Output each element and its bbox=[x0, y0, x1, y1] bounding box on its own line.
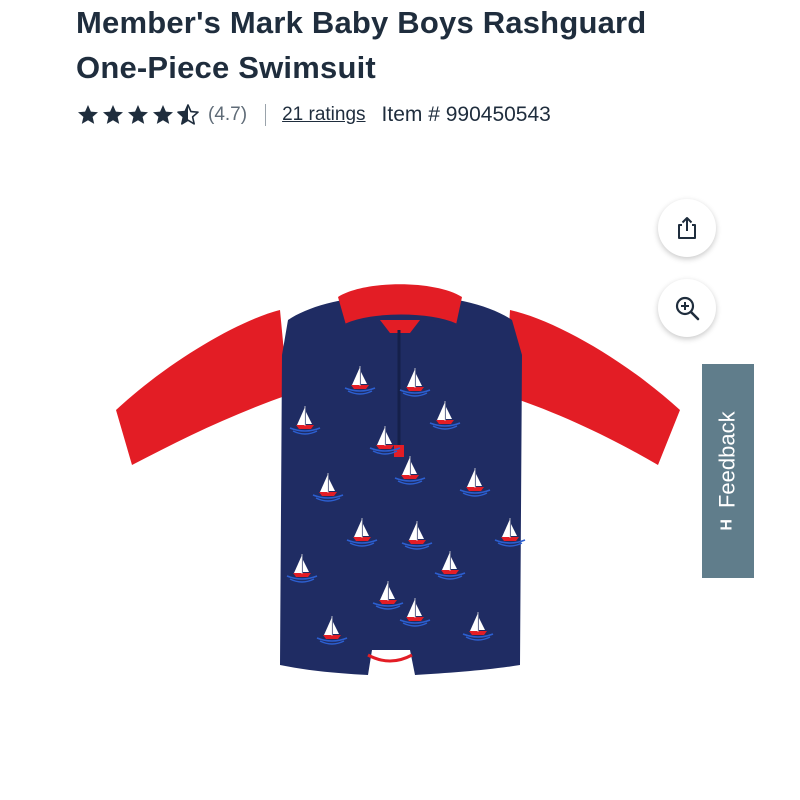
divider bbox=[265, 104, 267, 126]
star-icon bbox=[153, 105, 173, 124]
rating-row: (4.7) 21 ratings Item # 990450543 bbox=[76, 100, 551, 130]
product-title-line-1: Member's Mark Baby Boys Rashguard bbox=[76, 5, 647, 40]
product-image[interactable] bbox=[110, 275, 690, 685]
swimsuit-illustration bbox=[116, 284, 680, 675]
product-title-line-2: One-Piece Swimsuit bbox=[76, 50, 376, 85]
share-button[interactable] bbox=[658, 199, 716, 257]
star-icon bbox=[103, 105, 123, 124]
star-icon bbox=[78, 105, 98, 124]
share-icon bbox=[678, 217, 696, 239]
feedback-label: Feedback bbox=[715, 411, 740, 509]
star-icon bbox=[128, 105, 148, 124]
zoom-button[interactable] bbox=[658, 279, 716, 337]
feedback-tab[interactable]: H Feedback bbox=[702, 364, 754, 578]
star-rating bbox=[76, 103, 200, 127]
feedback-logo-icon: H bbox=[719, 520, 736, 531]
half-star-icon bbox=[177, 104, 199, 125]
ratings-link[interactable]: 21 ratings bbox=[282, 104, 365, 126]
product-title: Member's Mark Baby Boys Rashguard One-Pi… bbox=[76, 0, 756, 90]
zoom-in-icon bbox=[675, 296, 700, 321]
item-number: Item # 990450543 bbox=[381, 103, 551, 126]
rating-value: (4.7) bbox=[208, 104, 248, 125]
